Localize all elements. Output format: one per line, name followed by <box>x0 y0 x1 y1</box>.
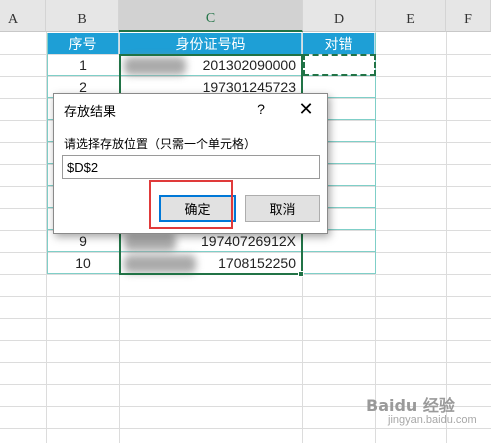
grid-line <box>446 32 447 443</box>
cell-value: 1 <box>79 56 87 73</box>
header-cell-id[interactable]: 身份证号码 <box>120 33 302 54</box>
table-cell-no[interactable]: 10 <box>47 252 119 274</box>
redaction-blur <box>124 57 186 75</box>
column-header-a[interactable]: A <box>0 0 46 32</box>
cell-value: 19740726912X <box>201 232 296 249</box>
table-cell-check[interactable] <box>303 252 375 274</box>
grid-line <box>0 384 491 385</box>
column-label: C <box>205 11 216 26</box>
header-cell-check[interactable]: 对错 <box>303 33 375 54</box>
baidu-watermark: Baidu 经验 <box>366 396 455 415</box>
column-label: D <box>333 12 345 27</box>
cell-value: 201302090000 <box>202 56 296 73</box>
highlight-box <box>149 180 233 229</box>
grid-line <box>0 362 491 363</box>
help-icon[interactable]: ? <box>250 98 272 120</box>
grid-line <box>0 296 491 297</box>
column-label: E <box>406 12 415 27</box>
grid-line <box>0 340 491 341</box>
redaction-blur <box>124 233 176 251</box>
table-cell-no[interactable]: 1 <box>47 54 119 76</box>
column-header-e[interactable]: E <box>376 0 446 32</box>
header-cell-no[interactable]: 序号 <box>47 33 119 54</box>
target-cell-marquee[interactable] <box>303 54 376 76</box>
cell-value: 10 <box>75 254 91 271</box>
grid-line <box>0 274 491 275</box>
column-header-f[interactable]: F <box>446 0 491 32</box>
cell-value: 1708152250 <box>218 254 296 271</box>
location-input[interactable] <box>62 155 320 179</box>
column-label: A <box>8 12 19 27</box>
header-label: 身份证号码 <box>175 35 246 52</box>
column-header-d[interactable]: D <box>303 0 376 32</box>
column-header-b[interactable]: B <box>46 0 119 32</box>
dialog-title: 存放结果 <box>64 104 117 119</box>
column-label: B <box>77 12 87 27</box>
close-icon[interactable]: ✕ <box>294 98 318 120</box>
dialog-prompt: 请选择存放位置（只需一个单元格） <box>64 137 257 151</box>
column-label: F <box>464 12 472 27</box>
grid-line <box>0 318 491 319</box>
grid-line <box>0 428 491 429</box>
header-label: 序号 <box>68 35 97 52</box>
redaction-blur <box>124 255 196 273</box>
cell-value: 9 <box>79 232 87 249</box>
cancel-button[interactable]: 取消 <box>245 195 320 222</box>
watermark-url: jingyan.baidu.com <box>388 414 477 426</box>
fill-handle[interactable] <box>298 271 304 277</box>
column-header-c[interactable]: C <box>119 0 303 32</box>
header-label: 对错 <box>324 35 353 52</box>
